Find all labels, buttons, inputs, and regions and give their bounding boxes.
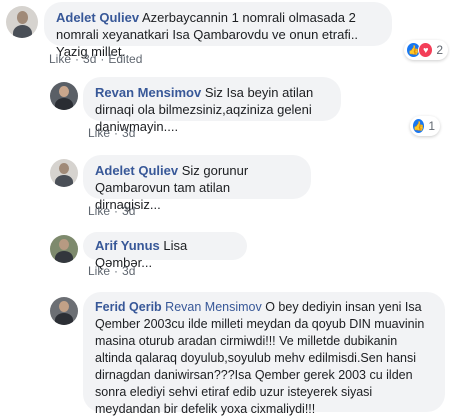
comment-bubble: Adelet Quliev Azerbaycannin 1 nomrali ol… <box>44 2 392 59</box>
avatar[interactable] <box>50 235 78 263</box>
comment-bubble: Adelet Quliev Siz gorunur Qambarovun tam… <box>83 155 311 212</box>
mention-link[interactable]: Revan Mensimov <box>165 300 262 314</box>
comment-bubble: Revan Mensimov Siz Isa beyin atilan dirn… <box>83 77 341 134</box>
love-icon: ♥ <box>418 42 434 58</box>
comment-author[interactable]: Ferid Qerib <box>95 300 162 314</box>
comment-author[interactable]: Adelet Quliev <box>56 10 139 25</box>
reactions-summary[interactable]: 👍 ♥ 2 <box>404 40 448 60</box>
comment-bubble: Ferid Qerib Revan Mensimov O bey dediyin… <box>83 292 445 416</box>
like-link[interactable]: Like <box>88 204 110 218</box>
edited-label[interactable]: Edited <box>108 52 142 66</box>
like-link[interactable]: Like <box>88 264 110 278</box>
comment-actions: Like · 3d <box>88 204 136 218</box>
timestamp[interactable]: 3d <box>122 264 135 278</box>
comment-actions: Like · 3d <box>88 264 136 278</box>
comment-author[interactable]: Adelet Quliev <box>95 163 178 178</box>
comment-author[interactable]: Revan Mensimov <box>95 85 201 100</box>
like-link[interactable]: Like <box>49 52 71 66</box>
avatar[interactable] <box>6 6 38 38</box>
like-link[interactable]: Like <box>88 126 110 140</box>
timestamp[interactable]: 3d <box>83 52 96 66</box>
comment-text: O bey dediyin insan yeni Isa Qember 2003… <box>95 300 425 416</box>
timestamp[interactable]: 3d <box>122 204 135 218</box>
reactions-summary[interactable]: 👍 1 <box>410 116 440 136</box>
timestamp[interactable]: 3d <box>122 126 135 140</box>
avatar[interactable] <box>50 82 78 110</box>
comment-author[interactable]: Arif Yunus <box>95 238 160 253</box>
reaction-count: 2 <box>436 43 443 57</box>
comment-bubble: Arif Yunus Lisa Qəmbər... <box>83 232 247 270</box>
comment-actions: Like · 3d <box>88 126 136 140</box>
comment-actions: Like · 3d · Edited <box>49 52 143 66</box>
reaction-count: 1 <box>428 119 435 133</box>
avatar[interactable] <box>50 159 78 187</box>
like-icon: 👍 <box>412 118 426 134</box>
avatar[interactable] <box>50 297 78 325</box>
